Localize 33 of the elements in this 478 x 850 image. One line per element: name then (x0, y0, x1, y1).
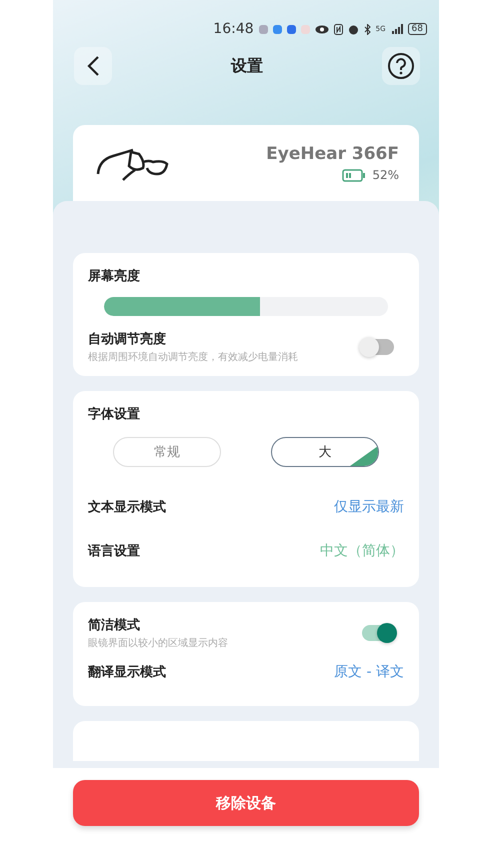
battery-level: 68 (408, 23, 427, 35)
section-title: 屏幕亮度 (88, 268, 141, 285)
toggle-switch[interactable] (362, 339, 394, 355)
setting-label: 翻译显示模式 (88, 664, 166, 681)
setting-label: 简洁模式 (88, 617, 141, 634)
nfc-icon (334, 24, 343, 34)
section-title: 字体设置 (88, 406, 141, 423)
help-icon (387, 52, 415, 80)
device-name: EyeHear 366F (266, 144, 399, 164)
alarm-icon (348, 24, 359, 34)
font-size-option[interactable]: 大 (271, 437, 379, 467)
remove-device-button[interactable]: 移除设备 (73, 780, 419, 826)
setting-value[interactable]: 中文（简体） (320, 542, 404, 560)
status-time: 16:48 (213, 21, 254, 37)
bluetooth-icon (364, 24, 371, 34)
font-size-option[interactable]: 常规 (113, 437, 221, 467)
setting-description: 眼镜界面以较小的区域显示内容 (88, 636, 228, 650)
device-battery: 52% (372, 168, 399, 182)
setting-description: 根据周围环境自动调节亮度，有效减少电量消耗 (88, 350, 298, 364)
help-button[interactable] (382, 47, 420, 85)
setting-label: 文本显示模式 (88, 498, 166, 516)
brightness-slider[interactable] (104, 297, 388, 316)
setting-label: 自动调节亮度 (88, 330, 167, 348)
back-button[interactable] (74, 47, 112, 85)
battery-icon (342, 168, 366, 182)
setting-label: 语言设置 (88, 542, 140, 560)
toggle-switch[interactable] (362, 625, 394, 641)
eye-icon (314, 24, 329, 34)
back-icon (86, 55, 100, 77)
setting-value[interactable]: 仅显示最新 (334, 498, 404, 516)
signal-icon (390, 24, 403, 34)
page-title: 设置 (231, 56, 263, 76)
setting-value[interactable]: 原文 - 译文 (334, 663, 404, 681)
